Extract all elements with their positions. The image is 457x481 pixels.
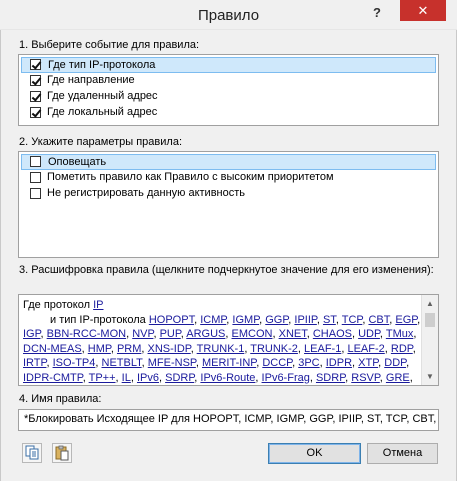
protocol-type-link[interactable]: ST xyxy=(323,314,336,326)
param-item-label: Не регистрировать данную активность xyxy=(47,187,245,199)
event-item[interactable]: Где тип IP-протокола xyxy=(21,57,436,73)
cancel-button[interactable]: Отмена xyxy=(367,443,438,464)
protocol-type-link[interactable]: ISO-TP4 xyxy=(53,357,96,369)
protocol-type-link[interactable]: NETBLT xyxy=(102,357,142,369)
close-button[interactable]: ✕ xyxy=(400,0,446,21)
protocol-type-link[interactable]: EGP xyxy=(395,314,417,326)
param-item-label: Оповещать xyxy=(48,156,107,168)
protocol-type-link[interactable]: TMux xyxy=(386,328,414,340)
window-title: Правило xyxy=(197,7,260,24)
protocol-type-link[interactable]: EMCON xyxy=(232,328,273,340)
protocol-type-link[interactable]: TRUNK-1 xyxy=(197,343,245,355)
protocol-type-link[interactable]: TRUNK-2 xyxy=(250,343,298,355)
paste-icon xyxy=(55,445,69,461)
protocol-type-link[interactable]: GGP xyxy=(265,314,288,326)
checkbox[interactable] xyxy=(30,172,41,183)
rule-name-input[interactable]: *Блокировать Исходящее IP для HOPOPT, IC… xyxy=(18,409,439,431)
help-button[interactable]: ? xyxy=(366,5,388,23)
protocol-type-link[interactable]: PUP xyxy=(160,328,181,340)
protocol-type-link[interactable]: RDP xyxy=(391,343,413,355)
scroll-up-icon[interactable]: ▲ xyxy=(422,295,438,312)
protocol-type-link[interactable]: ICMP xyxy=(200,314,226,326)
event-item-label: Где тип IP-протокола xyxy=(48,59,156,71)
section1-label: 1. Выберите событие для правила: xyxy=(19,39,200,51)
params-listbox[interactable]: Оповещать Пометить правило как Правило с … xyxy=(18,151,439,258)
protocol-type-link[interactable]: IPv6-Route xyxy=(200,372,255,384)
protocol-type-link[interactable]: IPIIP xyxy=(294,314,316,326)
protocol-type-link[interactable]: IGMP xyxy=(232,314,259,326)
protocol-type-link[interactable]: XTP xyxy=(358,357,378,369)
section4-label: 4. Имя правила: xyxy=(19,393,102,405)
event-listbox[interactable]: Где тип IP-протокола Где направление Где у… xyxy=(18,54,439,126)
protocol-type-link[interactable]: XNS-IDP xyxy=(148,343,191,355)
protocol-type-link[interactable]: TP++ xyxy=(89,372,116,384)
checkbox[interactable] xyxy=(30,59,41,70)
copy-button[interactable] xyxy=(22,443,42,463)
protocol-type-link[interactable]: IL xyxy=(122,372,131,384)
protocol-type-link[interactable]: TCP xyxy=(342,314,363,326)
protocol-type-link[interactable]: NVP xyxy=(132,328,153,340)
event-item[interactable]: Где локальный адрес xyxy=(21,105,436,121)
desc-prefix: Где протокол xyxy=(23,299,94,311)
protocol-type-link[interactable]: UDP xyxy=(358,328,380,340)
title-bar: Правило ? ✕ xyxy=(0,0,457,30)
event-item-label: Где удаленный адрес xyxy=(47,90,158,102)
desc-prefix: и тип IP-протокола xyxy=(50,313,149,326)
ok-button[interactable]: OK xyxy=(268,443,361,464)
section2-label: 2. Укажите параметры правила: xyxy=(19,136,183,148)
protocol-type-link[interactable]: HOPOPT xyxy=(149,314,194,326)
protocol-type-link[interactable]: BBN-RCC-MON xyxy=(47,328,126,340)
protocol-type-link[interactable]: IPv6-Frag xyxy=(262,372,310,384)
protocol-type-link[interactable]: 3PC xyxy=(298,357,319,369)
window-frame-left xyxy=(0,0,6,481)
protocol-type-link[interactable]: RSVP xyxy=(351,372,380,384)
checkbox[interactable] xyxy=(30,91,41,102)
protocol-type-link[interactable]: SDRP xyxy=(165,372,194,384)
rule-description-box: Где протокол IP и тип IP-протокола HOPOPT… xyxy=(18,294,439,386)
param-item[interactable]: Оповещать xyxy=(21,154,436,170)
protocol-type-link[interactable]: MFE-NSP xyxy=(148,357,196,369)
protocol-type-link[interactable]: ARGUS xyxy=(186,328,225,340)
event-item-label: Где направление xyxy=(47,74,135,86)
protocol-type-link[interactable]: CHAOS xyxy=(313,328,352,340)
protocol-type-link[interactable]: IRTP xyxy=(23,357,46,369)
protocol-type-link[interactable]: LEAF-2 xyxy=(347,343,384,355)
protocol-type-link[interactable]: XNET xyxy=(279,328,307,340)
checkbox[interactable] xyxy=(30,75,41,86)
checkbox[interactable] xyxy=(30,188,41,199)
protocol-type-link[interactable]: GRE xyxy=(386,372,410,384)
protocol-type-link[interactable]: CBT xyxy=(368,314,389,326)
param-item-label: Пометить правило как Правило с высоким п… xyxy=(47,171,334,183)
protocol-type-link[interactable]: PRM xyxy=(117,343,141,355)
checkbox[interactable] xyxy=(30,156,41,167)
protocol-type-link[interactable]: DDP xyxy=(384,357,406,369)
param-item[interactable]: Не регистрировать данную активность xyxy=(21,186,436,202)
protocol-type-link[interactable]: SDRP xyxy=(316,372,345,384)
window-frame-right xyxy=(451,0,457,481)
protocol-type-link[interactable]: HMP xyxy=(88,343,111,355)
protocol-type-link[interactable]: IGP xyxy=(23,328,41,340)
protocol-link[interactable]: IP xyxy=(93,299,103,311)
protocol-type-link[interactable]: IDPR-CMTP xyxy=(23,372,83,384)
event-item[interactable]: Где направление xyxy=(21,73,436,89)
checkbox[interactable] xyxy=(30,107,41,118)
protocol-type-link[interactable]: LEAF-1 xyxy=(304,343,341,355)
rule-description-text: Где протокол IP и тип IP-протокола HOPOPT… xyxy=(23,299,421,384)
protocol-type-link[interactable]: DCN-MEAS xyxy=(23,343,82,355)
description-scrollbar[interactable]: ▲ ▼ xyxy=(421,295,438,385)
protocol-type-link[interactable]: DCCP xyxy=(262,357,292,369)
event-item[interactable]: Где удаленный адрес xyxy=(21,89,436,105)
protocol-type-link[interactable]: IPv6 xyxy=(137,372,159,384)
scroll-thumb[interactable] xyxy=(425,313,435,327)
section3-label: 3. Расшифровка правила (щелкните подчерк… xyxy=(19,264,434,276)
paste-button[interactable] xyxy=(52,443,72,463)
param-item[interactable]: Пометить правило как Правило с высоким п… xyxy=(21,170,436,186)
protocol-type-link[interactable]: IDPR xyxy=(326,357,352,369)
scroll-down-icon[interactable]: ▼ xyxy=(422,368,438,385)
protocol-type-link[interactable]: MERIT-INP xyxy=(202,357,256,369)
copy-icon xyxy=(25,445,39,460)
event-item-label: Где локальный адрес xyxy=(47,106,158,118)
